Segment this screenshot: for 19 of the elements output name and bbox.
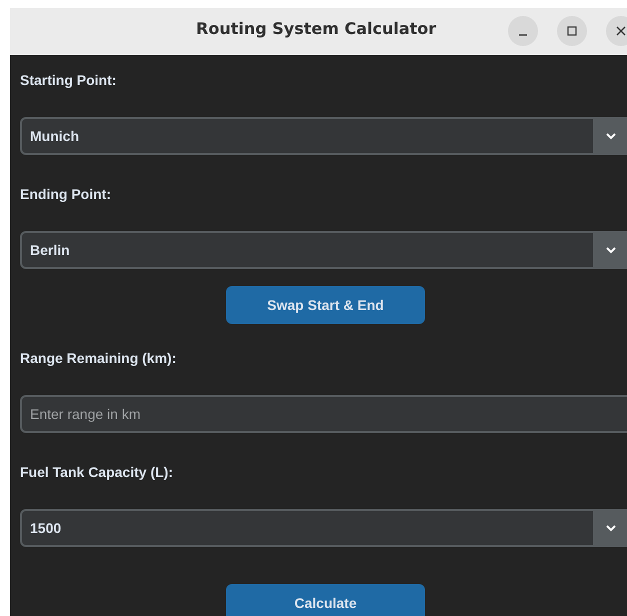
field-label: Range Remaining (km):	[20, 350, 178, 368]
input-field[interactable]: Enter range in km	[20, 395, 627, 433]
close-button[interactable]	[606, 16, 627, 46]
field-label: Fuel Tank Capacity (L):	[20, 464, 174, 482]
maximize-button[interactable]	[557, 16, 587, 46]
chevron-down-icon	[604, 132, 616, 140]
chevron-down-icon	[604, 524, 616, 532]
action-button[interactable]: Calculate	[226, 584, 425, 616]
field-label: Starting Point:	[20, 72, 118, 90]
window-title: Routing System Calculator	[196, 19, 436, 38]
minimize-icon	[518, 34, 528, 36]
field-label: Ending Point:	[20, 186, 112, 204]
action-button[interactable]: Swap Start & End	[226, 286, 425, 324]
close-icon	[616, 26, 626, 36]
dropdown[interactable]: Berlin	[20, 231, 627, 269]
chevron-down-icon	[604, 246, 616, 254]
maximize-icon	[567, 26, 577, 36]
dropdown[interactable]: Munich	[20, 117, 627, 155]
dropdown[interactable]: 1500	[20, 509, 627, 547]
